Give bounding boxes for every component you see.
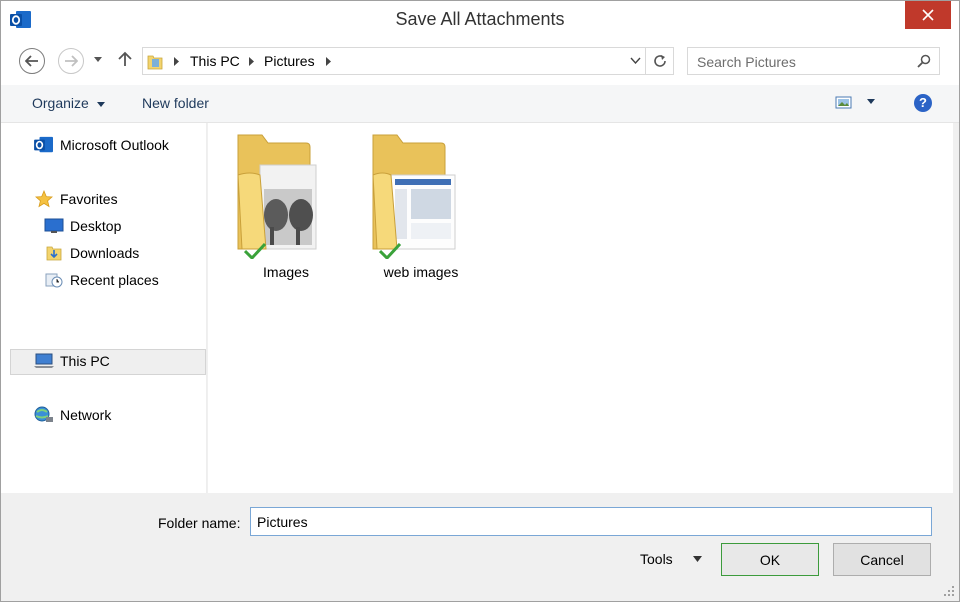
sidebar-item-label: Desktop — [70, 218, 122, 234]
folder-icon — [237, 134, 317, 250]
sidebar-item-label: Favorites — [60, 191, 118, 207]
folder-item-images[interactable]: Images — [226, 131, 346, 281]
chevron-down-icon[interactable] — [630, 57, 641, 64]
help-button[interactable]: ? — [914, 94, 932, 112]
back-button[interactable] — [19, 48, 45, 74]
chevron-right-icon[interactable] — [249, 57, 254, 66]
sidebar-item-recent-places[interactable]: Recent places — [44, 268, 159, 292]
refresh-icon — [653, 55, 666, 67]
new-folder-button[interactable]: New folder — [142, 95, 209, 111]
view-dropdown[interactable] — [867, 99, 875, 104]
cancel-button[interactable]: Cancel — [833, 543, 931, 576]
sidebar-item-label: Recent places — [70, 272, 159, 288]
folder-name-field[interactable] — [250, 507, 932, 536]
sidebar-item-label: Downloads — [70, 245, 140, 261]
dialog-footer: Folder name: Tools OK Cancel — [1, 493, 959, 601]
computer-icon — [34, 353, 54, 368]
outlook-icon — [34, 136, 53, 153]
star-icon — [35, 190, 53, 208]
breadcrumb-pictures[interactable]: Pictures — [264, 53, 315, 69]
file-list: Images web images — [208, 123, 953, 493]
close-icon — [922, 9, 934, 21]
sidebar-item-label: Microsoft Outlook — [60, 137, 169, 153]
folder-name-label: Folder name: — [158, 515, 241, 531]
sync-status-check-icon — [379, 243, 401, 259]
sidebar-item-label: Network — [60, 407, 112, 423]
ok-button[interactable]: OK — [721, 543, 819, 576]
resize-grip-icon[interactable] — [943, 585, 955, 597]
forward-button[interactable] — [58, 48, 84, 74]
network-icon — [34, 406, 53, 422]
breadcrumb-this-pc[interactable]: This PC — [190, 53, 240, 69]
navigation-pane: Microsoft Outlook Favorites Desktop Down… — [1, 123, 207, 493]
folder-name: Images — [263, 264, 309, 280]
downloads-icon — [46, 246, 62, 261]
search-icon — [917, 54, 931, 68]
sidebar-item-network[interactable]: Network — [34, 403, 111, 427]
chevron-down-icon — [96, 101, 105, 107]
address-bar[interactable]: This PC Pictures — [142, 47, 674, 75]
pictures-folder-icon — [147, 55, 163, 70]
sync-status-check-icon — [244, 243, 266, 259]
address-row: This PC Pictures Search Pictures — [1, 39, 959, 85]
organize-menu[interactable]: Organize — [32, 95, 105, 111]
refresh-button[interactable] — [645, 48, 673, 74]
recent-places-icon — [45, 273, 63, 288]
search-placeholder: Search Pictures — [697, 54, 796, 70]
sidebar-item-this-pc[interactable]: This PC — [34, 349, 110, 373]
help-icon: ? — [919, 95, 927, 110]
tools-menu[interactable]: Tools — [640, 551, 673, 567]
folder-icon — [372, 134, 456, 250]
title-bar: Save All Attachments — [1, 1, 959, 39]
view-options-icon[interactable] — [835, 95, 853, 110]
sidebar-item-label: This PC — [60, 353, 110, 369]
sidebar-item-favorites[interactable]: Favorites — [34, 187, 118, 211]
window-title: Save All Attachments — [395, 9, 565, 29]
organize-label: Organize — [32, 95, 89, 111]
close-button[interactable] — [905, 1, 951, 29]
arrow-right-icon — [65, 55, 78, 67]
desktop-icon — [44, 218, 64, 233]
arrow-left-icon — [25, 55, 38, 67]
recent-locations-dropdown[interactable] — [94, 57, 102, 62]
sidebar-item-microsoft-outlook[interactable]: Microsoft Outlook — [34, 133, 169, 157]
search-input[interactable]: Search Pictures — [687, 47, 940, 75]
command-bar: Organize New folder ? — [1, 85, 959, 123]
chevron-right-icon[interactable] — [326, 57, 331, 66]
up-folder-button[interactable] — [118, 51, 132, 67]
chevron-down-icon[interactable] — [693, 556, 702, 562]
save-all-attachments-dialog: Save All Attachments This PC Pictures Se… — [0, 0, 960, 602]
sidebar-item-downloads[interactable]: Downloads — [44, 241, 139, 265]
folder-item-web-images[interactable]: web images — [361, 131, 481, 281]
chevron-right-icon — [174, 57, 179, 66]
sidebar-item-desktop[interactable]: Desktop — [44, 214, 121, 238]
folder-name: web images — [383, 264, 459, 280]
